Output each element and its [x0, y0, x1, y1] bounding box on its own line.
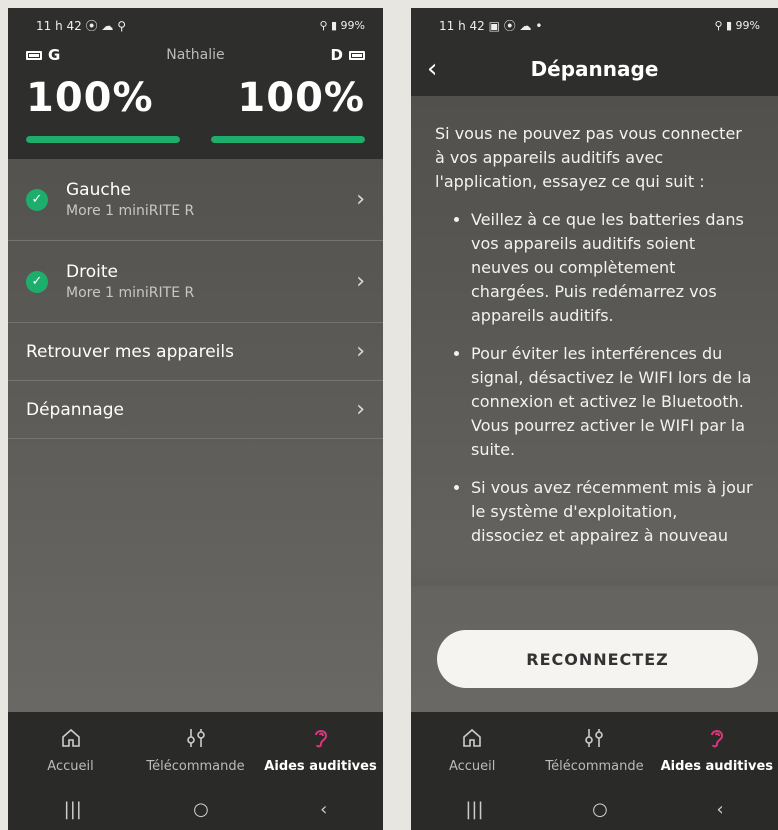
status-time: 11 h 42 ⦿ ☁ ⚲: [36, 18, 127, 33]
device-name: Gauche: [66, 180, 131, 200]
scroll-fade: [411, 546, 778, 586]
battery-icon: [349, 50, 365, 60]
tab-label: Aides auditives: [264, 758, 377, 774]
left-battery-percent: 100%: [26, 75, 154, 121]
status-indicators: ⚲ ▮ 99%: [319, 18, 365, 32]
sliders-icon: [583, 727, 605, 749]
recents-button[interactable]: |||: [64, 799, 82, 820]
chevron-right-icon: ›: [356, 269, 365, 294]
tab-label: Accueil: [47, 758, 94, 774]
tips-list: Veillez à ce que les batteries dans vos …: [435, 208, 754, 548]
bottom-nav: Accueil Télécommande Aides auditives |||…: [8, 712, 383, 830]
status-time: 11 h 42 ▣ ⦿ ☁ •: [439, 18, 543, 33]
tab-label: Télécommande: [545, 758, 644, 774]
status-bar: 11 h 42 ⦿ ☁ ⚲ ⚲ ▮ 99%: [8, 8, 383, 42]
tab-label: Accueil: [448, 758, 496, 774]
sliders-icon: [185, 727, 207, 749]
system-nav: ||| ○ ‹: [411, 788, 778, 830]
battery-icon: [26, 50, 42, 60]
back-button[interactable]: ‹: [320, 799, 327, 820]
home-button[interactable]: ○: [193, 799, 209, 820]
tab-home[interactable]: Accueil: [8, 712, 133, 788]
right-battery-label: D: [331, 46, 365, 64]
status-indicators: ⚲ ▮ 99%: [714, 18, 760, 32]
tab-remote[interactable]: Télécommande: [533, 712, 655, 788]
tab-hearing-aids[interactable]: Aides auditives: [258, 712, 383, 788]
tab-label: Télécommande: [146, 758, 245, 774]
find-devices-item[interactable]: Retrouver mes appareils ›: [8, 323, 383, 381]
back-arrow-icon[interactable]: ‹: [427, 54, 437, 84]
left-battery-label: G: [26, 46, 60, 64]
reconnect-button[interactable]: RECONNECTEZ: [437, 630, 758, 688]
tab-home[interactable]: Accueil: [411, 712, 533, 788]
bottom-nav: Accueil Télécommande Aides auditives |||…: [411, 712, 778, 830]
tab-label: Aides auditives: [660, 758, 774, 774]
ear-icon: [312, 727, 330, 749]
left-battery-bar: [26, 136, 180, 143]
battery-header: G Nathalie D 100% 100%: [8, 42, 383, 159]
troubleshooting-screen: 11 h 42 ▣ ⦿ ☁ • ⚲ ▮ 99% ‹ Dépannage Si v…: [411, 8, 778, 830]
right-battery-percent: 100%: [237, 75, 365, 121]
status-bar: 11 h 42 ▣ ⦿ ☁ • ⚲ ▮ 99%: [411, 8, 778, 42]
tab-hearing-aids[interactable]: Aides auditives: [656, 712, 778, 788]
device-name: Droite: [66, 262, 118, 282]
device-model: More 1 miniRITE R: [66, 285, 195, 301]
troubleshooting-content[interactable]: Si vous ne pouvez pas vous connecter à v…: [411, 96, 778, 586]
list-item: Si vous avez récemment mis à jour le sys…: [471, 476, 754, 548]
check-icon: ✓: [26, 270, 48, 293]
tab-remote[interactable]: Télécommande: [133, 712, 258, 788]
right-battery-fill: [211, 136, 365, 143]
ear-icon: [708, 727, 726, 749]
home-icon: [61, 727, 81, 749]
recents-button[interactable]: |||: [465, 799, 483, 820]
back-button[interactable]: ‹: [716, 799, 723, 820]
menu-label: Dépannage: [26, 399, 124, 420]
page-header: ‹ Dépannage: [411, 42, 778, 96]
check-icon: ✓: [26, 188, 48, 211]
device-item-right[interactable]: ✓ Droite More 1 miniRITE R ›: [8, 241, 383, 323]
menu-label: Retrouver mes appareils: [26, 341, 234, 362]
right-battery-bar: [211, 136, 365, 143]
user-name: Nathalie: [166, 47, 225, 63]
system-nav: ||| ○ ‹: [8, 788, 383, 830]
page-title: Dépannage: [530, 57, 659, 81]
chevron-right-icon: ›: [356, 339, 365, 364]
list-item: Pour éviter les interférences du signal,…: [471, 342, 754, 462]
left-battery-fill: [26, 136, 180, 143]
list-item: Veillez à ce que les batteries dans vos …: [471, 208, 754, 328]
intro-text: Si vous ne pouvez pas vous connecter à v…: [435, 124, 742, 191]
device-model: More 1 miniRITE R: [66, 203, 195, 219]
troubleshooting-item[interactable]: Dépannage ›: [8, 381, 383, 439]
home-button[interactable]: ○: [592, 799, 608, 820]
chevron-right-icon: ›: [356, 187, 365, 212]
home-screen: 11 h 42 ⦿ ☁ ⚲ ⚲ ▮ 99% G Nathalie D 100% …: [8, 8, 383, 830]
chevron-right-icon: ›: [356, 397, 365, 422]
home-icon: [462, 727, 482, 749]
device-item-left[interactable]: ✓ Gauche More 1 miniRITE R ›: [8, 159, 383, 241]
